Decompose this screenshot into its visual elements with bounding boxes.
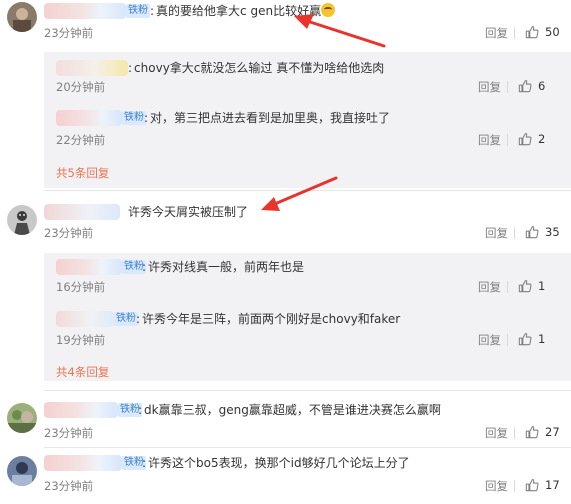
like-button[interactable]: 6 <box>518 79 545 93</box>
divider <box>514 427 515 439</box>
reply-time: 20分钟前 <box>56 80 106 94</box>
avatar[interactable] <box>7 205 37 235</box>
thumbs-up-icon <box>518 332 532 346</box>
thumbs-up-icon <box>518 132 532 146</box>
username[interactable] <box>44 455 122 471</box>
username[interactable] <box>44 3 126 19</box>
like-count: 2 <box>538 132 546 146</box>
comment-time: 23分钟前 <box>44 26 94 40</box>
divider <box>514 27 515 39</box>
more-replies-link[interactable]: 共5条回复 <box>56 166 109 180</box>
divider <box>507 134 508 146</box>
comment-item: 铁粉 : dk赢靠三叔，geng赢靠超威，不管是谁进决赛怎么赢啊 23分钟前 回复… <box>0 391 571 445</box>
like-count: 6 <box>538 79 546 93</box>
reply-button[interactable]: 回复 <box>478 133 501 147</box>
comment-item: 铁粉 : 许秀这个bo5表现，换那个id够好几个论坛上分了 23分钟前 回复 17 <box>0 448 571 504</box>
reply-button[interactable]: 回复 <box>478 80 501 94</box>
like-count: 1 <box>538 279 546 293</box>
comment-time: 23分钟前 <box>44 426 94 440</box>
reply-button[interactable]: 回复 <box>485 426 508 440</box>
divider <box>507 281 508 293</box>
reply-button[interactable]: 回复 <box>485 26 508 40</box>
reply-panel: : chovy拿大c就没怎么输过 真不懂为啥给他选肉 20分钟前 回复 6 铁粉 … <box>44 52 571 188</box>
like-count: 35 <box>545 225 560 239</box>
reply-time: 16分钟前 <box>56 280 106 294</box>
reply-text: : 对，第三把点进去看到是加里奥，我直接吐了 <box>144 111 391 125</box>
comment-item: 许秀今天屑实被压制了 23分钟前 回复 35 铁粉 : 许秀对线真一般，前两年也是… <box>0 191 571 383</box>
avatar[interactable] <box>7 2 37 32</box>
like-button[interactable]: 1 <box>518 332 545 346</box>
thumbs-up-icon <box>518 79 532 93</box>
comment-text: : dk赢靠三叔，geng赢靠超威，不管是谁进决赛怎么赢啊 <box>138 403 441 417</box>
username[interactable] <box>44 204 120 220</box>
divider <box>507 81 508 93</box>
avatar[interactable] <box>7 456 37 486</box>
reply-text: : 许秀今年是三阵，前面两个刚好是chovy和faker <box>136 312 401 326</box>
fan-badge: 铁粉 <box>114 312 138 326</box>
reply-button[interactable]: 回复 <box>478 333 501 347</box>
username[interactable] <box>44 402 118 418</box>
like-button[interactable]: 35 <box>525 225 560 239</box>
reply-button[interactable]: 回复 <box>478 280 501 294</box>
like-count: 1 <box>538 332 546 346</box>
reply-time: 19分钟前 <box>56 333 106 347</box>
reply-username[interactable] <box>56 60 128 76</box>
comment-text: 许秀今天屑实被压制了 <box>128 205 249 219</box>
reply-username[interactable] <box>56 311 114 327</box>
reply-panel: 铁粉 : 许秀对线真一般，前两年也是 16分钟前 回复 1 铁粉 : 许秀今年是三阵… <box>44 253 571 381</box>
fan-badge: 铁粉 <box>122 111 146 125</box>
comment-time: 23分钟前 <box>44 226 94 240</box>
like-count: 27 <box>545 425 560 439</box>
like-button[interactable]: 50 <box>525 25 560 39</box>
avatar[interactable] <box>7 403 37 433</box>
thumbs-up-icon <box>525 25 539 39</box>
doge-emoji-icon <box>321 3 336 17</box>
comment-time: 23分钟前 <box>44 479 94 493</box>
reply-time: 22分钟前 <box>56 133 106 147</box>
thumbs-up-icon <box>525 225 539 239</box>
comment-text: : 许秀这个bo5表现，换那个id够好几个论坛上分了 <box>142 456 410 470</box>
thumbs-up-icon <box>525 478 539 492</box>
like-button[interactable]: 1 <box>518 279 545 293</box>
thumbs-up-icon <box>518 279 532 293</box>
more-replies-link[interactable]: 共4条回复 <box>56 365 109 379</box>
divider <box>507 334 508 346</box>
fan-badge: 铁粉 <box>126 4 150 18</box>
reply-button[interactable]: 回复 <box>485 479 508 493</box>
reply-text: : chovy拿大c就没怎么输过 真不懂为啥给他选肉 <box>128 61 385 75</box>
like-button[interactable]: 2 <box>518 132 545 146</box>
divider <box>514 480 515 492</box>
comment-text: : 真的要给他拿大c gen比较好赢 <box>150 3 336 19</box>
reply-username[interactable] <box>56 259 122 275</box>
like-count: 17 <box>545 478 560 492</box>
comment-item: 铁粉 : 真的要给他拿大c gen比较好赢 23分钟前 回复 50 : chovy拿… <box>0 0 571 190</box>
reply-username[interactable] <box>56 110 122 126</box>
reply-button[interactable]: 回复 <box>485 226 508 240</box>
like-button[interactable]: 27 <box>525 425 560 439</box>
reply-text: : 许秀对线真一般，前两年也是 <box>142 260 305 274</box>
like-button[interactable]: 17 <box>525 478 560 492</box>
like-count: 50 <box>545 25 560 39</box>
divider <box>514 227 515 239</box>
thumbs-up-icon <box>525 425 539 439</box>
